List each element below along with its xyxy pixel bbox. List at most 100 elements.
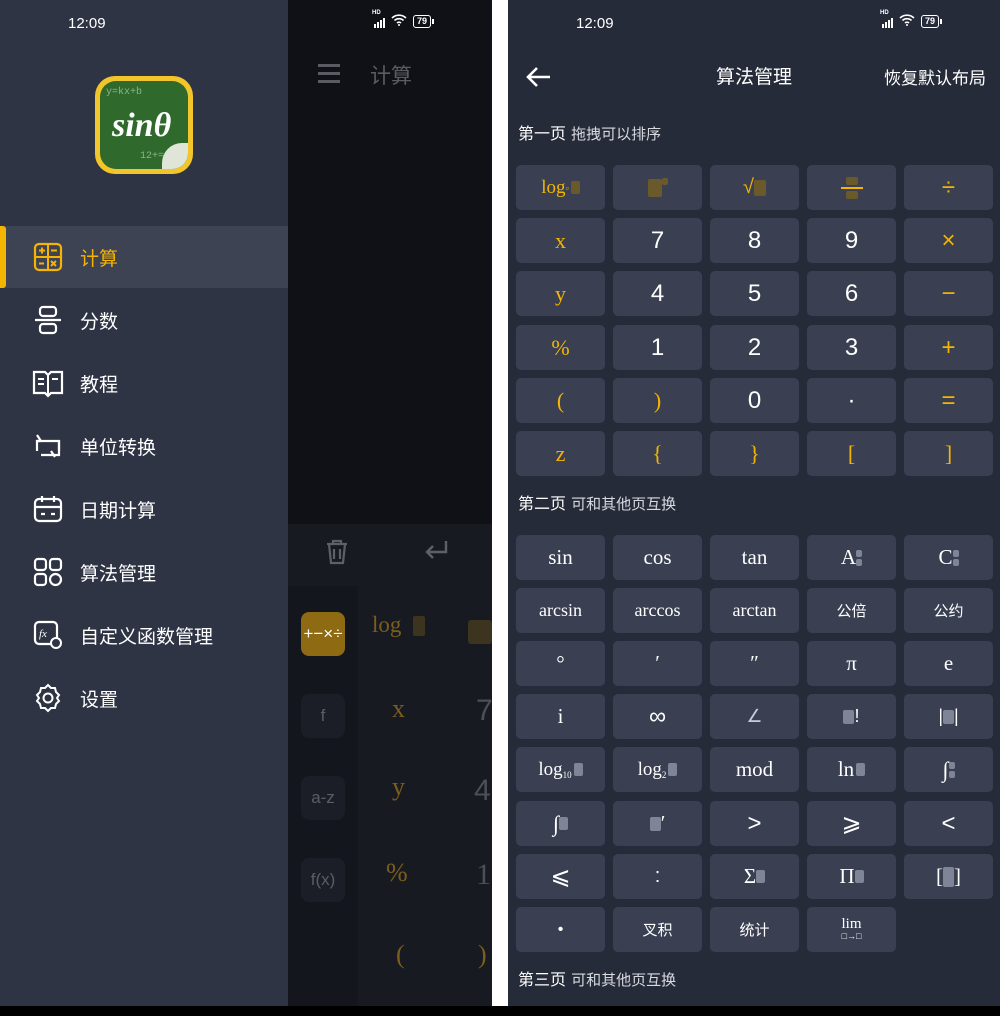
nav-item-custom-function[interactable]: fx 自定义函数管理 [0,604,288,666]
key-matrix[interactable]: [] [904,854,993,899]
key-plus[interactable]: + [904,325,993,370]
navigation-drawer: 12:09 y=kx+b sinθ 12+= 计算 分数 教程 单位转换 日期计… [0,0,288,1016]
key-less-equal[interactable]: ⩽ [516,854,605,899]
enter-icon[interactable] [422,538,450,571]
key-imaginary[interactable]: i [516,694,605,739]
key-e[interactable]: e [904,641,993,686]
key-minus[interactable]: − [904,271,993,316]
key-pi[interactable]: π [807,641,896,686]
nav-item-algorithm-manage[interactable]: 算法管理 [0,541,288,603]
key-dot-product[interactable]: • [516,907,605,952]
key-cross-product[interactable]: 叉积 [613,907,702,952]
key-less[interactable]: < [904,801,993,846]
key-x[interactable]: x [516,218,605,263]
key-ratio[interactable]: : [613,854,702,899]
key-greater[interactable]: > [710,801,799,846]
key-rparen[interactable]: ) [613,378,702,423]
key-combination[interactable]: C [904,535,993,580]
key-decimal[interactable]: · [807,378,896,423]
key-rbrace[interactable]: } [710,431,799,476]
key-summation[interactable]: Σ [710,854,799,899]
dim-placeholder [413,616,425,636]
key-angle[interactable]: ∠ [710,694,799,739]
key-tan[interactable]: tan [710,535,799,580]
key-abs[interactable]: | | [904,694,993,739]
key-log10[interactable]: log 10 [516,747,605,792]
key-lbrace[interactable]: { [613,431,702,476]
nav-item-date-calc[interactable]: 日期计算 [0,478,288,540]
key-degree[interactable]: ° [516,641,605,686]
nav-item-unit-convert[interactable]: 单位转换 [0,415,288,477]
convert-icon [32,430,64,462]
key-lbracket[interactable]: [ [807,431,896,476]
key-gcd[interactable]: 公约 [904,588,993,633]
key-log[interactable]: log ▫ [516,165,605,210]
key-permutation[interactable]: A [807,535,896,580]
signal-icon: HD [880,10,893,28]
key-integral[interactable]: ∫ [516,801,605,846]
key-7[interactable]: 7 [613,218,702,263]
app-logo: y=kx+b sinθ 12+= [95,76,193,174]
section-page3: 第三页 可和其他页互换 [518,970,677,989]
key-3[interactable]: 3 [807,325,896,370]
key-greater-equal[interactable]: ⩾ [807,801,896,846]
mode-custom-function[interactable]: f(x) [301,858,345,902]
key-power[interactable] [613,165,702,210]
key-arctan[interactable]: arctan [710,588,799,633]
key-derivative[interactable]: ′ [613,801,702,846]
key-divide[interactable]: ÷ [904,165,993,210]
status-time: 12:09 [576,15,614,32]
key-lparen[interactable]: ( [516,378,605,423]
nav-item-fraction[interactable]: 分数 [0,289,288,351]
key-6[interactable]: 6 [807,271,896,316]
status-time: 12:09 [68,15,106,32]
key-fraction[interactable] [807,165,896,210]
reset-layout-button[interactable]: 恢复默认布局 [884,64,986,89]
status-icons: HD 79 [880,10,943,29]
key-0[interactable]: 0 [710,378,799,423]
key-definite-integral[interactable]: ∫ [904,747,993,792]
nav-item-calculate[interactable]: 计算 [0,226,288,288]
mode-basic[interactable]: +−×÷ [301,612,345,656]
menu-icon[interactable] [318,64,340,84]
key-1[interactable]: 1 [613,325,702,370]
key-equals[interactable]: = [904,378,993,423]
mode-function[interactable]: f [301,694,345,738]
key-second[interactable]: ″ [710,641,799,686]
nav-item-settings[interactable]: 设置 [0,667,288,729]
key-mod[interactable]: mod [710,747,799,792]
key-lcm[interactable]: 公倍 [807,588,896,633]
signal-icon: HD [372,10,385,28]
nav-item-tutorial[interactable]: 教程 [0,352,288,414]
key-4[interactable]: 4 [613,271,702,316]
mode-variables[interactable]: a-z [301,776,345,820]
key-y[interactable]: y [516,271,605,316]
key-log2[interactable]: log 2 [613,747,702,792]
key-arcsin[interactable]: arcsin [516,588,605,633]
key-multiply[interactable]: × [904,218,993,263]
key-9[interactable]: 9 [807,218,896,263]
nav-label: 算法管理 [80,562,157,585]
bottom-edge [0,1006,1000,1016]
key-minute[interactable]: ′ [613,641,702,686]
key-cos[interactable]: cos [613,535,702,580]
trash-icon[interactable] [324,538,350,573]
key-statistics[interactable]: 统计 [710,907,799,952]
key-infinity[interactable]: ∞ [613,694,702,739]
dim-key-log: log [372,612,402,637]
key-limit[interactable]: lim □→□ [807,907,896,952]
key-5[interactable]: 5 [710,271,799,316]
key-2[interactable]: 2 [710,325,799,370]
key-rbracket[interactable]: ] [904,431,993,476]
calculator-icon [32,241,64,273]
key-8[interactable]: 8 [710,218,799,263]
key-product[interactable]: Π [807,854,896,899]
key-sin[interactable]: sin [516,535,605,580]
key-factorial[interactable]: ! [807,694,896,739]
key-percent[interactable]: % [516,325,605,370]
key-ln[interactable]: ln [807,747,896,792]
key-sqrt[interactable]: √ [710,165,799,210]
key-z[interactable]: z [516,431,605,476]
key-arccos[interactable]: arccos [613,588,702,633]
calendar-icon [32,493,64,525]
